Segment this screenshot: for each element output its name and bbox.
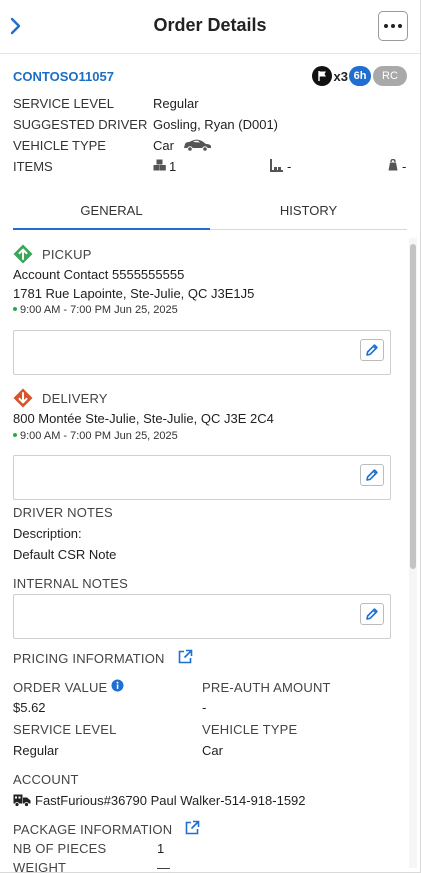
pricing-service-level-label: SERVICE LEVEL [13,722,117,737]
time-badge: 6h [349,66,371,86]
pricing-vehicle-type-label: VEHICLE TYPE [202,722,298,737]
delivery-window: 9:00 AM - 7:00 PM Jun 25, 2025 [13,430,178,442]
pickup-window-text: 9:00 AM - 7:00 PM Jun 25, 2025 [20,304,178,316]
internal-notes-box[interactable] [13,594,391,639]
suggested-driver-label: SUGGESTED DRIVER [13,117,148,132]
order-value: $5.62 [13,700,46,715]
driver-notes-description: Default CSR Note [13,547,117,562]
delivery-icon [13,388,33,411]
tabs: GENERAL HISTORY [13,196,407,230]
pencil-icon[interactable] [360,603,384,625]
account-title: ACCOUNT [13,772,79,787]
weight-label: WEIGHT [13,860,67,873]
account-value: FastFurious#36790 Paul Walker-514-918-15… [35,793,306,808]
order-id-link[interactable]: CONTOSO11057 [13,69,114,84]
package-title: PACKAGE INFORMATION [13,822,173,837]
tab-history[interactable]: HISTORY [210,196,407,229]
pickup-icon [13,244,33,267]
info-icon[interactable] [111,679,124,695]
pickup-note-box[interactable] [13,330,391,375]
account-vehicle-icon [13,793,31,810]
driver-notes-description-label: Description: [13,526,82,541]
order-value-label: ORDER VALUE [13,680,108,695]
pricing-vehicle-type: Car [202,743,223,758]
items-volume: - [402,159,407,174]
driver-notes-title: DRIVER NOTES [13,505,113,520]
car-icon [181,139,213,155]
delivery-window-text: 9:00 AM - 7:00 PM Jun 25, 2025 [20,430,178,442]
volume-icon [387,158,399,174]
status-dot-icon [13,433,17,438]
order-badges: x3 6h RC [311,66,407,86]
rc-badge: RC [373,66,407,86]
pencil-icon[interactable] [360,464,384,486]
more-dot-icon [384,24,388,28]
preauth-label: PRE-AUTH AMOUNT [202,680,331,695]
delivery-note-box[interactable] [13,455,391,500]
items-label: ITEMS [13,159,53,174]
pickup-title: PICKUP [42,247,92,262]
weight-value: — [157,860,170,873]
weight-icon [270,159,283,175]
external-link-icon[interactable] [177,649,193,668]
vehicle-type-label: VEHICLE TYPE [13,138,106,153]
service-level-value: Regular [153,96,199,111]
flag-icon [311,66,332,86]
preauth-value: - [202,700,207,715]
vehicle-type-value: Car [153,138,174,153]
items-count: 1 [169,159,177,174]
flag-count: x3 [333,68,348,84]
tab-general[interactable]: GENERAL [13,196,210,230]
delivery-title: DELIVERY [42,391,108,406]
header: Order Details [0,0,420,54]
items-weight: - [287,159,292,174]
pickup-contact: Account Contact 5555555555 [13,267,185,282]
more-dot-icon [398,24,402,28]
pencil-icon[interactable] [360,339,384,361]
more-dot-icon [391,24,395,28]
page-title: Order Details [153,15,267,35]
pricing-service-level: Regular [13,743,59,758]
suggested-driver-link[interactable]: Gosling, Ryan (D001) [153,117,278,132]
order-details-panel: Order Details CONTOSO11057 x3 6h RC SERV… [0,0,421,873]
external-link-icon[interactable] [184,820,200,839]
status-dot-icon [13,307,17,312]
delivery-address: 800 Montée Ste-Julie, Ste-Julie, QC J3E … [13,411,274,426]
pieces-value: 1 [157,841,165,856]
scrollbar-thumb[interactable] [410,244,416,569]
service-level-label: SERVICE LEVEL [13,96,114,111]
internal-notes-title: INTERNAL NOTES [13,576,129,591]
pickup-address: 1781 Rue Lapointe, Ste-Julie, QC J3E1J5 [13,286,255,301]
pickup-window: 9:00 AM - 7:00 PM Jun 25, 2025 [13,304,178,316]
boxes-icon [153,159,166,174]
pieces-label: NB OF PIECES [13,841,107,856]
more-options-button[interactable] [378,11,408,41]
pricing-title: PRICING INFORMATION [13,651,165,666]
